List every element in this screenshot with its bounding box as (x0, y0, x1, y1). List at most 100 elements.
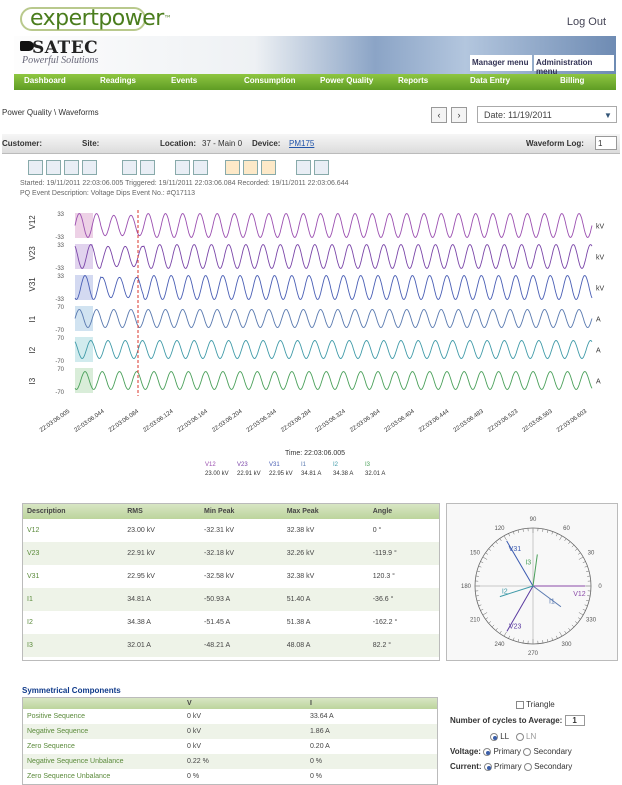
readout-name: V23 (237, 462, 248, 468)
save-icon[interactable] (314, 160, 329, 175)
phasor-diagram: 9060300330300270240210180150120V12V23V31… (446, 503, 618, 661)
grid-icon[interactable] (46, 160, 61, 175)
phasor-tick (577, 617, 581, 620)
table-cell: -162.2 ° (372, 619, 398, 626)
phasor-tick (571, 544, 575, 548)
table-cell: 120.3 ° (372, 573, 395, 580)
sym-cell: 33.64 A (309, 713, 334, 720)
time-tick-label: 22:03:06.563 (522, 408, 555, 433)
device-link[interactable]: PM175 (289, 139, 314, 148)
zoom-in-icon[interactable] (122, 160, 137, 175)
logout-link[interactable]: Log Out (567, 16, 606, 28)
date-select[interactable]: Date: 11/19/2011 (477, 106, 617, 123)
table-icon[interactable] (64, 160, 79, 175)
ll-radio[interactable] (490, 732, 498, 741)
site-label: Site: (82, 139, 100, 148)
phasor-vector-label: V12 (573, 591, 586, 598)
logo-text: expertpower (30, 6, 164, 31)
sym-cell: 0 kV (187, 713, 202, 720)
channel-max-label: 70 (57, 367, 64, 373)
nav-data-entry[interactable]: Data Entry (470, 76, 510, 85)
nav-events[interactable]: Events (171, 76, 197, 85)
voltage-secondary-radio[interactable] (523, 747, 532, 756)
time-tick-label: 22:03:06.244 (246, 408, 279, 433)
phasor-tick (491, 544, 495, 548)
options-panel: Triangle Number of cycles to Average: 1 … (450, 700, 620, 771)
search-icon[interactable] (261, 160, 276, 175)
warning-icon[interactable] (243, 160, 258, 175)
print-icon[interactable] (296, 160, 311, 175)
next-date-button[interactable]: › (451, 107, 467, 123)
current-secondary-radio[interactable] (523, 762, 532, 771)
unit-label: kV (596, 286, 605, 293)
manager-menu-button[interactable]: Manager menu (470, 55, 532, 71)
waveform-series (74, 371, 593, 390)
zoom-out-icon[interactable] (140, 160, 155, 175)
sym-row: Positive Sequence 0 kV 33.64 A (23, 709, 437, 724)
time-tick-label: 22:03:06.164 (177, 408, 210, 433)
waveform-series (74, 275, 593, 300)
phasor-tick (508, 635, 510, 639)
table-row: I2 34.38 A -51.45 A 51.38 A -162.2 ° (23, 611, 439, 634)
phasor-angle-label: 150 (470, 551, 481, 557)
unit-label: A (596, 379, 601, 386)
phasor-tick (546, 529, 549, 533)
phasor-tick (495, 627, 498, 631)
phasor-tick (488, 548, 492, 551)
phasor-tick (578, 612, 584, 616)
prev-date-button[interactable]: ‹ (431, 107, 447, 123)
admin-menu-button[interactable]: Administration menu (534, 55, 614, 76)
waveform-series (74, 212, 593, 239)
current-primary-radio[interactable] (483, 762, 492, 771)
table-cell: 34.81 A (123, 588, 201, 611)
wave-icon[interactable] (193, 160, 208, 175)
nav-dashboard[interactable]: Dashboard (24, 76, 66, 85)
phasor-tick (478, 604, 482, 607)
nav-readings[interactable]: Readings (100, 76, 136, 85)
sym-cell: Zero Sequence Unbalance (27, 773, 111, 780)
split-view-icon[interactable] (175, 160, 190, 175)
channel-highlight (75, 275, 93, 300)
nav-power-quality[interactable]: Power Quality (320, 76, 373, 85)
main-nav: Dashboard Readings Events Consumption Po… (14, 74, 616, 90)
phasor-angle-label: 210 (470, 618, 481, 624)
table-row: I1 34.81 A -50.93 A 51.40 A -36.6 ° (23, 588, 439, 611)
table-cell: 51.38 A (286, 619, 311, 626)
cycles-stepper[interactable]: 1 (564, 715, 585, 726)
table-cell: -36.6 ° (368, 588, 439, 611)
phasor-angle-label: 180 (461, 584, 472, 590)
device-label: Device: (252, 139, 281, 148)
phasor-tick (476, 599, 480, 602)
location-value: 37 - Main 0 (202, 139, 243, 148)
unit-label: A (596, 348, 601, 355)
readout-name: V31 (269, 462, 280, 468)
col-description: Description (23, 504, 124, 519)
bars-icon[interactable] (82, 160, 97, 175)
nav-billing[interactable]: Billing (560, 76, 584, 85)
chart-icon[interactable] (28, 160, 43, 175)
phasor-tick (578, 556, 584, 560)
table-cell: -51.45 A (204, 619, 231, 626)
current-primary-label: Primary (494, 762, 522, 771)
readout-name: V12 (205, 462, 216, 468)
waveform-log-select[interactable]: 1 (595, 136, 617, 150)
current-label: Current: (450, 762, 482, 771)
voltage-primary-radio[interactable] (483, 747, 492, 756)
time-label: Time: 22:03:06.005 (285, 450, 345, 457)
channel-label: I3 (28, 377, 37, 384)
expertpower-logo: expertpower™ (20, 7, 172, 31)
triangle-checkbox[interactable] (516, 700, 524, 709)
table-cell: I3 (23, 634, 124, 657)
phasor-tick (564, 538, 567, 542)
phasor-tick (584, 565, 588, 568)
nav-consumption[interactable]: Consumption (244, 76, 296, 85)
nav-reports[interactable]: Reports (398, 76, 428, 85)
chevron-down-icon[interactable]: ▼ (604, 111, 612, 120)
unit-label: kV (596, 255, 605, 262)
triangle-label: Triangle (526, 700, 555, 709)
phasor-vector-label: V31 (509, 546, 522, 553)
col-max-peak: Max Peak (282, 504, 369, 519)
ln-radio[interactable] (515, 732, 524, 741)
phasor-tick (564, 630, 567, 634)
eye-icon[interactable] (225, 160, 240, 175)
